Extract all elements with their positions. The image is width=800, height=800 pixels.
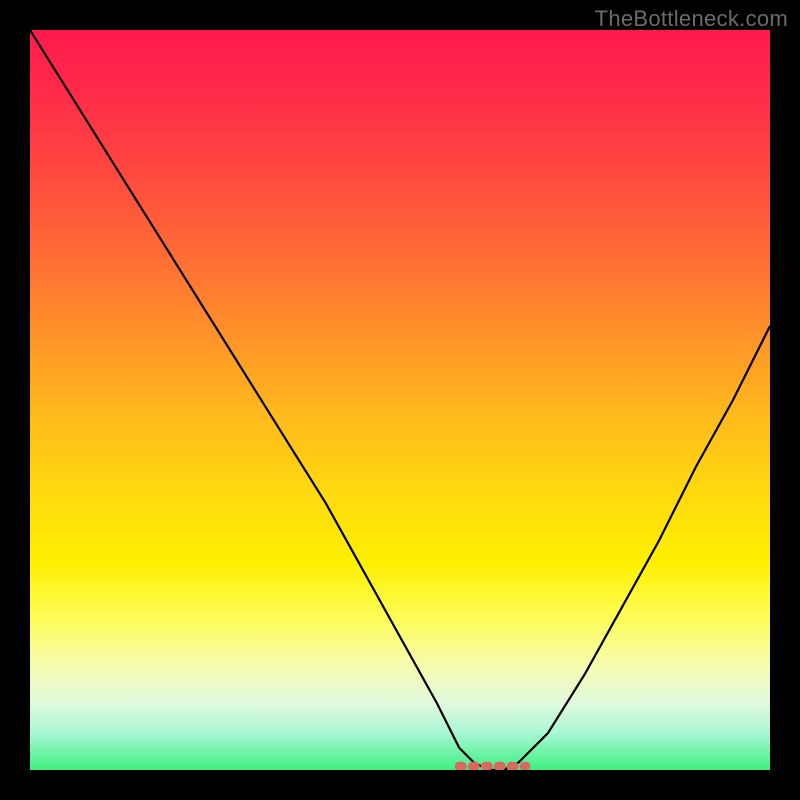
curve-path <box>30 30 770 770</box>
bottleneck-curve <box>30 30 770 770</box>
watermark-text: TheBottleneck.com <box>595 6 788 32</box>
chart-frame: TheBottleneck.com <box>0 0 800 800</box>
plot-area <box>30 30 770 770</box>
